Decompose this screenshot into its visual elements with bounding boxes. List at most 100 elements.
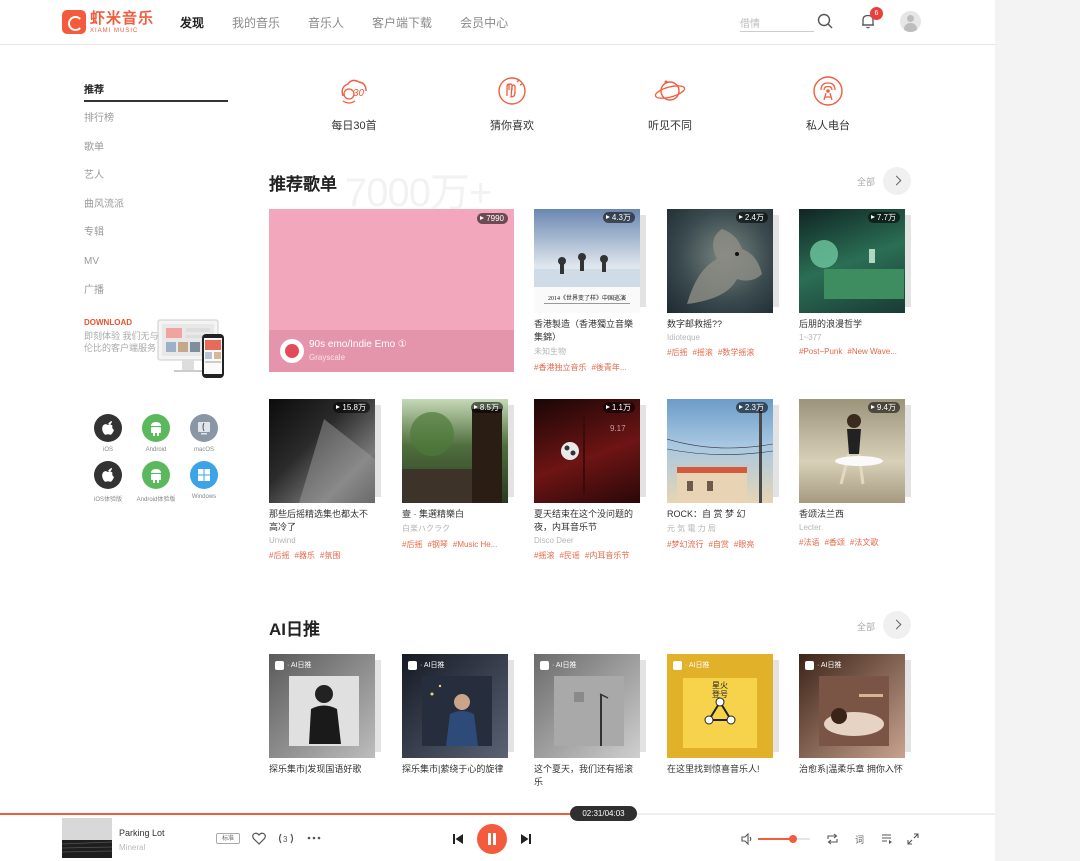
tag[interactable]: #Post−Punk <box>799 347 842 356</box>
download-promo[interactable]: DOWNLOAD 即刻体验 我们无与伦比的客户端服务 <box>84 318 234 398</box>
nav-musicians[interactable]: 音乐人 <box>308 14 344 31</box>
nav-vip[interactable]: 会员中心 <box>460 14 508 31</box>
playlist-cover[interactable]: · AI日推 星火 登号 <box>667 654 773 758</box>
quick-daily-30[interactable]: 30 每日30首 <box>309 74 399 133</box>
now-playing-title[interactable]: Parking Lot <box>119 828 165 838</box>
platform-ios[interactable]: iOS <box>84 414 132 453</box>
platform-android[interactable]: Android <box>132 414 180 453</box>
view-all-link[interactable]: 全部 <box>857 175 875 188</box>
tag[interactable]: #后摇 <box>269 551 289 560</box>
view-all-link[interactable]: 全部 <box>857 620 875 633</box>
ai-playlist-card[interactable]: · AI日推 这个夏天，我们还有摇滚乐 <box>534 654 646 789</box>
playlist-cover[interactable]: · AI日推 <box>269 654 375 758</box>
playlist-card[interactable]: 2.3万 ROCK：自 赏 梦 幻 元 気 電 力 局 #梦幻流行 #自赏 #眼亮 <box>667 399 779 550</box>
playback-progress-bar[interactable] <box>0 813 995 815</box>
volume-icon[interactable] <box>741 833 754 845</box>
nav-discover[interactable]: 发现 <box>180 14 204 31</box>
platform-windows[interactable]: Windows <box>180 461 228 503</box>
logo[interactable]: 虾米音乐 XIAMI MUSIC <box>62 9 154 35</box>
tag[interactable]: #数学摇滚 <box>718 348 754 357</box>
sidebar-item-charts[interactable]: 排行榜 <box>84 112 228 141</box>
playlist-card[interactable]: 2.4万 数字邮救摇?? Idioteque #后摇 #摇滚 #数学摇滚 <box>667 209 779 358</box>
playlist-cover[interactable]: 8.5万 <box>402 399 508 503</box>
playlist-creator[interactable]: Idioteque <box>667 333 773 342</box>
tag[interactable]: #器乐 <box>294 551 314 560</box>
tag[interactable]: #民谣 <box>559 551 579 560</box>
broadcast-icon[interactable]: 3 <box>278 832 294 845</box>
playlist-title[interactable]: 后朋的浪漫哲学 <box>799 318 905 331</box>
playlist-cover[interactable]: 4.3万 2014《世界变了样》中国巡演 <box>534 209 640 313</box>
tag[interactable]: #摇滚 <box>534 551 554 560</box>
pause-button[interactable] <box>477 824 507 854</box>
playlist-title[interactable]: 数字邮救摇?? <box>667 318 773 331</box>
playlist-card[interactable]: 7.7万 后朋的浪漫哲学 1~377 #Post−Punk #New Wave..… <box>799 209 911 356</box>
playlist-title[interactable]: 在这里找到惊喜音乐人! <box>667 763 773 776</box>
tag[interactable]: #法语 <box>799 538 819 547</box>
featured-playlist[interactable]: 7990 90s emo/Indie Emo ① Grayscale <box>269 209 514 372</box>
quick-private-radio[interactable]: 私人电台 <box>783 74 873 133</box>
ai-playlist-card[interactable]: · AI日推 探乐集市|发现国语好歌 <box>269 654 381 776</box>
quick-hear-different[interactable]: 听见不同 <box>625 74 715 133</box>
ai-playlist-card[interactable]: · AI日推 星火 登号 在这里找到惊喜音乐人! <box>667 654 779 776</box>
playlist-title[interactable]: 探乐集市|萦绕于心的旋律 <box>402 763 508 776</box>
search-icon[interactable] <box>816 12 834 30</box>
tag[interactable]: #香港独立音乐 <box>534 363 586 372</box>
playlist-creator[interactable]: Unwind <box>269 536 375 545</box>
playlist-cover[interactable]: · AI日推 <box>402 654 508 758</box>
platform-ios-beta[interactable]: iOS体验版 <box>84 461 132 503</box>
playlist-title[interactable]: 探乐集市|发现国语好歌 <box>269 763 375 776</box>
playlist-cover[interactable]: · AI日推 <box>534 654 640 758</box>
playlist-cover[interactable]: 2.4万 <box>667 209 773 313</box>
playlist-cover[interactable]: · AI日推 <box>799 654 905 758</box>
tag[interactable]: #Music He... <box>453 540 497 549</box>
tag[interactable]: #New Wave... <box>847 347 897 356</box>
playlist-cover[interactable]: 1.1万 9.17 <box>534 399 640 503</box>
nav-download[interactable]: 客户端下载 <box>372 14 432 31</box>
tag[interactable]: #后摇 <box>667 348 687 357</box>
platform-macos[interactable]: macOS <box>180 414 228 453</box>
tag[interactable]: #摇滚 <box>692 348 712 357</box>
ai-playlist-card[interactable]: · AI日推 治愈系|温柔乐章 拥你入怀 <box>799 654 911 776</box>
nav-my-music[interactable]: 我的音乐 <box>232 14 280 31</box>
playlist-card[interactable]: 15.8万 那些后摇精选集也都太不高冷了 Unwind #后摇 #器乐 #氛围 <box>269 399 381 561</box>
lyrics-button[interactable]: 词 <box>855 833 864 846</box>
playlist-title[interactable]: 香港製造（香港獨立音樂集錦） <box>534 318 640 344</box>
expand-icon[interactable] <box>907 833 919 845</box>
playlist-title[interactable]: 治愈系|温柔乐章 拥你入怀 <box>799 763 905 776</box>
playlist-title[interactable]: 这个夏天，我们还有摇滚乐 <box>534 763 640 789</box>
playlist-title[interactable]: 那些后摇精选集也都太不高冷了 <box>269 508 375 534</box>
volume-slider[interactable] <box>758 835 810 843</box>
tag[interactable]: #後青年... <box>591 363 626 372</box>
quick-guess-like[interactable]: 猜你喜欢 <box>467 74 557 133</box>
view-all-arrow-button[interactable] <box>883 167 911 195</box>
tag[interactable]: #钢琴 <box>427 540 447 549</box>
sidebar-item-radio[interactable]: 广播 <box>84 284 228 313</box>
avatar[interactable] <box>900 11 921 32</box>
playlist-title[interactable]: ROCK：自 赏 梦 幻 <box>667 508 773 521</box>
playlist-creator[interactable]: 未知生物 <box>534 346 640 357</box>
playlist-creator[interactable]: Lecter. <box>799 523 905 532</box>
playlist-card[interactable]: 1.1万 9.17 夏天结束在这个没问题的夜，内耳音乐节 Disco Deer … <box>534 399 646 561</box>
next-track-icon[interactable] <box>520 833 532 845</box>
platform-android-beta[interactable]: Android体验版 <box>132 461 180 503</box>
sidebar-item-mv[interactable]: MV <box>84 255 228 284</box>
playlist-cover[interactable]: 2.3万 <box>667 399 773 503</box>
playlist-card[interactable]: 4.3万 2014《世界变了样》中国巡演 香港製造（香港獨立音樂集錦） 未知生物… <box>534 209 646 373</box>
tag[interactable]: #梦幻流行 <box>667 540 703 549</box>
sidebar-item-genres[interactable]: 曲风流派 <box>84 198 228 227</box>
tag[interactable]: #香颂 <box>824 538 844 547</box>
sidebar-item-playlists[interactable]: 歌单 <box>84 141 228 170</box>
playlist-cover[interactable]: 9.4万 <box>799 399 905 503</box>
sidebar-item-recommend[interactable]: 推荐 <box>84 84 228 102</box>
playlist-card[interactable]: 8.5万 壹 · 集選精樂白 白楽ハクラク #后摇 #钢琴 #Music He... <box>402 399 514 550</box>
heart-icon[interactable] <box>252 832 266 845</box>
sidebar-item-artists[interactable]: 艺人 <box>84 169 228 198</box>
view-all-arrow-button[interactable] <box>883 611 911 639</box>
tag[interactable]: #自赏 <box>708 540 728 549</box>
playlist-creator[interactable]: 1~377 <box>799 333 905 342</box>
now-playing-cover[interactable] <box>62 818 112 858</box>
tag[interactable]: #眼亮 <box>734 540 754 549</box>
playlist-title[interactable]: 夏天结束在这个没问题的夜，内耳音乐节 <box>534 508 640 534</box>
playlist-title[interactable]: 壹 · 集選精樂白 <box>402 508 508 521</box>
playlist-creator[interactable]: Disco Deer <box>534 536 640 545</box>
